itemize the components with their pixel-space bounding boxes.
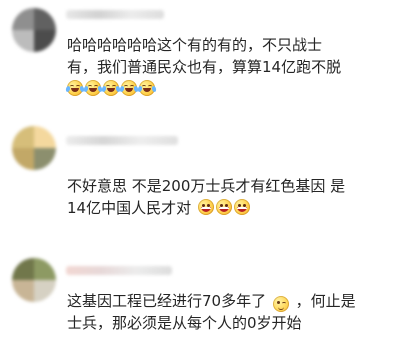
laugh-cry-icon [101,80,121,96]
avatar-block [34,8,56,30]
comment-line: 这基因工程已经进行70多年了 [67,292,267,310]
comment-line: 士兵，那必须是从每个人的0岁开始 [67,314,302,332]
comment-line-with-emoji: 这基因工程已经进行70多年了 ，何止是 [67,290,387,312]
comment-item: 不好意思 不是200万士兵才有红色基因 是 14亿中国人民才对 [0,120,400,228]
laugh-cry-icon [137,80,157,96]
avatar-block [12,280,34,302]
avatar[interactable] [12,258,56,302]
avatar-block [12,148,34,170]
avatar-block [12,8,34,30]
comment-line: 不好意思 不是200万士兵才有红色基因 是 [67,177,346,195]
comment-item: 这基因工程已经进行70多年了 ，何止是 士兵，那必须是从每个人的0岁开始 [0,244,400,343]
comment-line: 哈哈哈哈哈哈这个有的有的，不只战士 [67,36,323,54]
comment-thread: 哈哈哈哈哈哈这个有的有的，不只战士 有，我们普通民众也有，算算14亿跑不脱 不好… [0,0,400,343]
avatar-block [34,280,56,302]
avatar-block [12,126,34,148]
comment-text: 哈哈哈哈哈哈这个有的有的，不只战士 有，我们普通民众也有，算算14亿跑不脱 [65,34,387,97]
avatar-block [34,148,56,170]
username[interactable] [66,266,172,275]
laugh-cry-icon [65,80,85,96]
emoji-row [65,79,387,97]
grin-icon [197,199,214,215]
comment-item: 哈哈哈哈哈哈这个有的有的，不只战士 有，我们普通民众也有，算算14亿跑不脱 [0,0,400,112]
comment-line: ，何止是 [295,292,356,310]
laugh-cry-icon [83,80,103,96]
grin-icon [215,199,232,215]
comment-line: 有，我们普通民众也有，算算14亿跑不脱 [67,58,342,76]
comment-text: 这基因工程已经进行70多年了 ，何止是 士兵，那必须是从每个人的0岁开始 [67,290,387,334]
comment-line-with-emojis: 14亿中国人民才对 [67,197,387,219]
username[interactable] [66,10,164,19]
avatar[interactable] [12,8,56,52]
avatar-block [12,30,34,52]
emoji-row [197,199,250,215]
avatar-block [34,126,56,148]
grin-icon [233,199,250,215]
comment-text: 不好意思 不是200万士兵才有红色基因 是 14亿中国人民才对 [67,175,387,219]
avatar-block [34,258,56,280]
wink-icon [272,295,289,312]
laugh-cry-icon [119,80,139,96]
avatar-block [12,258,34,280]
username[interactable] [66,136,178,145]
comment-line: 14亿中国人民才对 [67,199,192,217]
avatar[interactable] [12,126,56,170]
avatar-block [34,30,56,52]
